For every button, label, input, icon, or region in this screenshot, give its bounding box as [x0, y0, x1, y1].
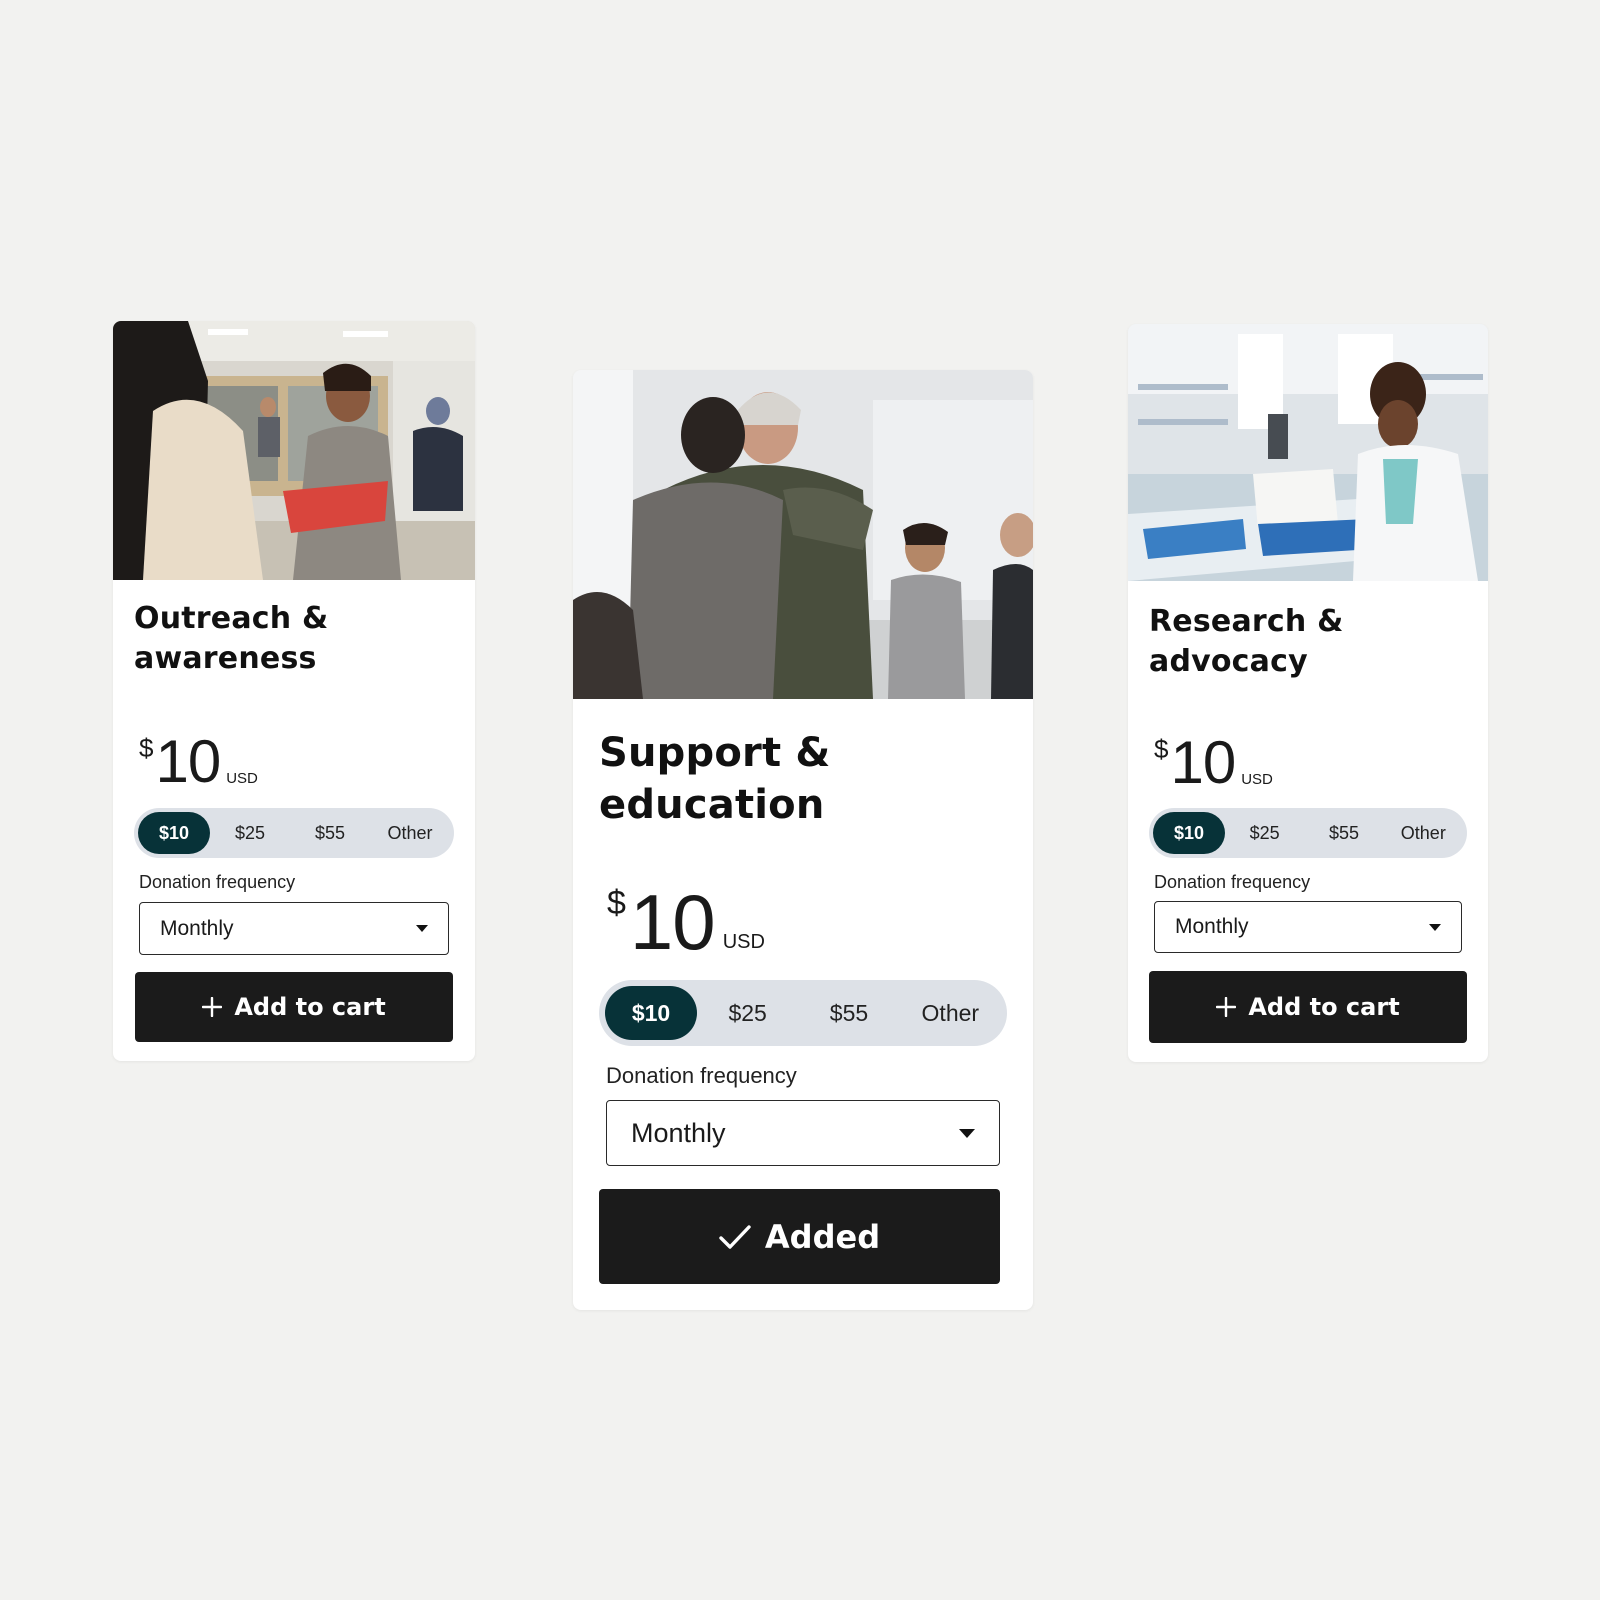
price-display: $ 10 USD [139, 731, 258, 793]
currency-code: USD [1241, 771, 1273, 788]
outreach-photo [113, 321, 475, 580]
amount-option-25[interactable]: $25 [1225, 812, 1304, 854]
amount-selector: $10 $25 $55 Other [134, 808, 454, 858]
frequency-select[interactable]: Monthly [139, 902, 449, 955]
amount-option-10[interactable]: $10 [605, 986, 697, 1040]
button-label: Added [764, 1217, 881, 1256]
price-display: $ 10 USD [607, 882, 765, 962]
amount-option-other[interactable]: Other [1384, 812, 1463, 854]
price-display: $ 10 USD [1154, 732, 1273, 794]
plus-icon [1216, 997, 1237, 1017]
support-photo [573, 370, 1033, 699]
frequency-value: Monthly [1175, 915, 1249, 938]
price-amount: 10 [155, 728, 221, 795]
amount-option-other[interactable]: Other [370, 812, 450, 854]
amount-option-10[interactable]: $10 [138, 812, 210, 854]
title-line-1: Research & [1149, 604, 1344, 639]
amount-option-55[interactable]: $55 [1304, 812, 1383, 854]
frequency-label: Donation frequency [1154, 872, 1311, 892]
frequency-select[interactable]: Monthly [606, 1100, 1000, 1166]
frequency-value: Monthly [160, 916, 234, 940]
frequency-label: Donation frequency [139, 872, 296, 892]
card-title: Support & education [599, 727, 831, 831]
button-label: Add to cart [234, 993, 386, 1021]
amount-option-other[interactable]: Other [900, 986, 1001, 1040]
frequency-label: Donation frequency [606, 1063, 797, 1088]
currency-code: USD [226, 770, 258, 787]
frequency-select[interactable]: Monthly [1154, 901, 1462, 953]
amount-option-55[interactable]: $55 [798, 986, 899, 1040]
amount-selector: $10 $25 $55 Other [599, 980, 1007, 1046]
plus-icon [202, 997, 223, 1017]
amount-option-25[interactable]: $25 [210, 812, 290, 854]
title-line-1: Outreach & [134, 601, 329, 636]
title-line-2: awareness [134, 641, 317, 676]
card-title: Research & advocacy [1149, 602, 1343, 682]
frequency-value: Monthly [631, 1117, 726, 1148]
amount-selector: $10 $25 $55 Other [1149, 808, 1467, 858]
donation-card-support: Support & education $ 10 USD $10 $25 $55… [573, 370, 1033, 1310]
caret-down-icon [959, 1128, 975, 1138]
currency-symbol: $ [1154, 734, 1169, 764]
title-line-1: Support & [599, 730, 831, 776]
price-amount: 10 [1170, 729, 1236, 796]
amount-option-55[interactable]: $55 [290, 812, 370, 854]
button-label: Add to cart [1248, 993, 1400, 1021]
research-photo [1128, 324, 1488, 581]
donation-card-research: Research & advocacy $ 10 USD $10 $25 $55… [1128, 324, 1488, 1062]
title-line-2: education [599, 782, 825, 828]
currency-code: USD [722, 931, 765, 953]
add-to-cart-button[interactable]: Add to cart [135, 972, 453, 1042]
caret-down-icon [416, 925, 428, 932]
checkmark-icon [719, 1224, 751, 1250]
donation-card-outreach: Outreach & awareness $ 10 USD $10 $25 $5… [113, 321, 475, 1061]
amount-option-10[interactable]: $10 [1153, 812, 1225, 854]
currency-symbol: $ [139, 733, 154, 763]
price-amount: 10 [629, 878, 716, 966]
added-button[interactable]: Added [599, 1189, 1000, 1284]
card-title: Outreach & awareness [134, 599, 328, 679]
add-to-cart-button[interactable]: Add to cart [1149, 971, 1467, 1043]
amount-option-25[interactable]: $25 [697, 986, 798, 1040]
title-line-2: advocacy [1149, 644, 1308, 679]
caret-down-icon [1429, 923, 1441, 931]
currency-symbol: $ [607, 884, 626, 922]
